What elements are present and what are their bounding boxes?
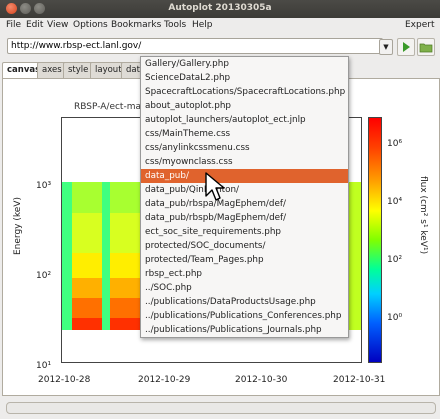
menu-help[interactable]: Help bbox=[192, 20, 213, 30]
completion-item[interactable]: Gallery/Gallery.php bbox=[141, 57, 348, 71]
mouse-pointer-icon bbox=[205, 172, 227, 205]
completion-item-selected[interactable]: data_pub/ bbox=[141, 169, 348, 183]
plot-title: RBSP-A/ect-ma bbox=[74, 102, 141, 112]
menu-bar: File Edit View Options Bookmarks Tools H… bbox=[0, 18, 440, 34]
completion-item[interactable]: protected/SOC_documents/ bbox=[141, 239, 348, 253]
completion-item[interactable]: ../publications/Publications_Conferences… bbox=[141, 309, 348, 323]
tab-style[interactable]: style bbox=[63, 62, 94, 78]
menu-options[interactable]: Options bbox=[73, 20, 108, 30]
completion-item[interactable]: css/myownclass.css bbox=[141, 155, 348, 169]
colorbar-label: flux (cm² s¹ keV¹) bbox=[418, 176, 428, 255]
y-tick-label: 10¹ bbox=[36, 361, 52, 371]
y-tick-label: 10² bbox=[36, 271, 52, 281]
go-button[interactable] bbox=[397, 38, 415, 56]
completion-item[interactable]: ect_soc_site_requirements.php bbox=[141, 225, 348, 239]
y-axis-label: Energy (keV) bbox=[13, 197, 23, 255]
status-bar bbox=[6, 402, 436, 414]
menu-tools[interactable]: Tools bbox=[164, 20, 186, 30]
completion-item[interactable]: rbsp_ect.php bbox=[141, 267, 348, 281]
menu-expert[interactable]: Expert bbox=[405, 20, 435, 30]
completion-item[interactable]: about_autoplot.php bbox=[141, 99, 348, 113]
colorbar-tick-label: 10² bbox=[387, 255, 403, 265]
completion-item[interactable]: ../SOC.php bbox=[141, 281, 348, 295]
colorbar-tick-label: 10⁶ bbox=[387, 139, 403, 149]
title-bar: Autoplot 20130305a bbox=[0, 0, 440, 19]
window-title: Autoplot 20130305a bbox=[168, 3, 272, 13]
colorbar-tick-label: 10⁰ bbox=[387, 313, 403, 323]
url-input[interactable] bbox=[7, 38, 383, 54]
folder-icon bbox=[419, 43, 433, 53]
menu-file[interactable]: File bbox=[6, 20, 21, 30]
completion-item[interactable]: ScienceDataL2.php bbox=[141, 71, 348, 85]
browse-button[interactable] bbox=[417, 38, 435, 56]
completion-item[interactable]: data_pub/rbspa/MagEphem/def/ bbox=[141, 197, 348, 211]
x-tick-label: 2012-10-30 bbox=[235, 375, 288, 385]
completion-item[interactable]: css/MainTheme.css bbox=[141, 127, 348, 141]
completion-item[interactable]: autoplot_launchers/autoplot_ect.jnlp bbox=[141, 113, 348, 127]
menu-edit[interactable]: Edit bbox=[26, 20, 43, 30]
url-history-dropdown-button[interactable]: ▼ bbox=[379, 39, 393, 55]
completion-item[interactable]: ../publications/DataProductsUsage.php bbox=[141, 295, 348, 309]
url-completion-popup: Gallery/Gallery.php ScienceDataL2.php Sp… bbox=[140, 56, 349, 338]
completion-item[interactable]: data_pub/rbspb/MagEphem/def/ bbox=[141, 211, 348, 225]
menu-bookmarks[interactable]: Bookmarks bbox=[111, 20, 161, 30]
colorbar-tick-label: 10⁴ bbox=[387, 197, 403, 207]
menu-view[interactable]: View bbox=[47, 20, 68, 30]
completion-item[interactable]: SpacecraftLocations/SpacecraftLocations.… bbox=[141, 85, 348, 99]
colorbar bbox=[368, 117, 382, 363]
completion-item[interactable]: css/anylinkcssmenu.css bbox=[141, 141, 348, 155]
completion-item[interactable]: protected/Team_Pages.php bbox=[141, 253, 348, 267]
y-tick-label: 10³ bbox=[36, 181, 52, 191]
completion-item[interactable]: data_pub/QinDenton/ bbox=[141, 183, 348, 197]
x-tick-label: 2012-10-31 bbox=[333, 375, 386, 385]
completion-item[interactable]: ../publications/Publications_Journals.ph… bbox=[141, 323, 348, 337]
play-icon bbox=[403, 42, 410, 52]
address-row: ▼ bbox=[0, 34, 440, 58]
x-tick-label: 2012-10-29 bbox=[138, 375, 191, 385]
x-tick-label: 2012-10-28 bbox=[38, 375, 91, 385]
